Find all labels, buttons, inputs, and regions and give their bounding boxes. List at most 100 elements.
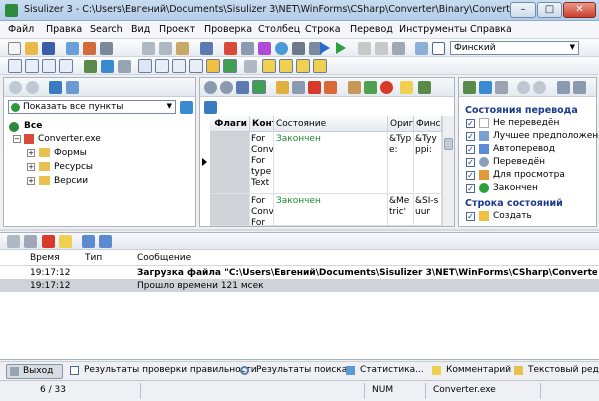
star2-icon[interactable] — [375, 42, 388, 55]
maximize-button[interactable]: □ — [537, 2, 562, 18]
state-checkbox[interactable]: ✓ — [466, 158, 475, 167]
funnel-icon[interactable] — [118, 60, 131, 73]
globe-icon[interactable] — [275, 42, 288, 55]
expand-icon[interactable]: + — [27, 149, 35, 157]
menu-check[interactable]: Проверка — [204, 24, 252, 35]
close-button[interactable]: ✕ — [563, 2, 596, 18]
menu-search[interactable]: Search — [90, 24, 123, 35]
state-checkbox[interactable]: ✓ — [466, 171, 475, 180]
clear-icon[interactable] — [42, 235, 55, 248]
tree-project[interactable]: Converter.exe — [38, 134, 101, 144]
pin-icon[interactable] — [204, 101, 217, 114]
save-icon[interactable] — [42, 42, 55, 55]
paste-icon[interactable] — [176, 42, 189, 55]
back-icon[interactable] — [517, 81, 530, 94]
tree-node-versions[interactable]: Версии — [54, 176, 88, 186]
run-icon[interactable] — [336, 42, 346, 54]
new-icon[interactable] — [8, 42, 21, 55]
tree-node-resources[interactable]: Ресурсы — [54, 162, 93, 172]
view3-icon[interactable] — [172, 59, 186, 73]
stop-icon[interactable] — [380, 81, 393, 94]
col-header-finnish[interactable]: Финс — [414, 116, 442, 132]
table-row-1-finnish[interactable]: &Tyyppi: — [414, 132, 442, 194]
translate-icon[interactable] — [292, 42, 305, 55]
filter-icon[interactable] — [84, 60, 97, 73]
table-row-1-original[interactable]: &Type: — [388, 132, 414, 194]
tab-text-editor[interactable]: Текстовый реда — [514, 364, 599, 379]
tab-output[interactable]: Выход — [6, 364, 63, 379]
table-row-1-context[interactable]: For Conv For type Text — [250, 132, 274, 194]
table-row-2-context[interactable]: For Conv For — [250, 194, 274, 226]
col-header-original[interactable]: Ориг — [388, 116, 414, 132]
view1-icon[interactable] — [138, 59, 152, 73]
gear2-icon[interactable] — [220, 81, 233, 94]
image-icon[interactable] — [415, 42, 428, 55]
settings-icon[interactable] — [292, 81, 305, 94]
col-header-context[interactable]: Конт — [250, 116, 274, 132]
build-icon[interactable] — [83, 42, 96, 55]
menu-translate[interactable]: Перевод — [350, 24, 393, 35]
menu-edit[interactable]: Правка — [46, 24, 82, 35]
log-header-message[interactable]: Сообщение — [137, 253, 191, 263]
expand-icon[interactable]: + — [27, 163, 35, 171]
copy-all-icon[interactable] — [24, 235, 37, 248]
log-header-time[interactable]: Время — [30, 253, 60, 263]
translate-icon[interactable] — [236, 81, 249, 94]
refresh-icon[interactable] — [101, 60, 114, 73]
col-header-flags[interactable]: Флаги — [210, 116, 250, 132]
validate-icon[interactable] — [224, 42, 237, 55]
menu-row[interactable]: Строка — [305, 24, 341, 35]
layout2-icon[interactable] — [25, 59, 39, 73]
menu-tools[interactable]: Инструменты — [399, 24, 467, 35]
filter-icon[interactable] — [463, 81, 476, 94]
delete-icon[interactable] — [308, 81, 321, 94]
table-row-1-status[interactable]: Закончен — [274, 132, 388, 194]
tree-node-forms[interactable]: Формы — [54, 148, 87, 158]
scrollbar-thumb[interactable] — [444, 138, 453, 150]
check-icon[interactable] — [432, 42, 445, 55]
menu-file[interactable]: Файл — [8, 24, 34, 35]
cut-icon[interactable] — [142, 42, 155, 55]
dots-icon[interactable] — [244, 60, 257, 73]
open-icon[interactable] — [25, 42, 38, 55]
settings-icon[interactable] — [557, 81, 570, 94]
table-row-2-finnish[interactable]: &SI-suur — [414, 194, 442, 226]
done-icon[interactable] — [223, 59, 237, 73]
refresh-icon[interactable] — [180, 101, 193, 114]
wrench-icon[interactable] — [573, 81, 586, 94]
filter-select[interactable]: Показать все пункты ▼ — [8, 100, 176, 114]
p4-icon[interactable] — [313, 59, 327, 73]
tab-search-results[interactable]: Результаты поиска — [240, 364, 347, 379]
forward-icon[interactable] — [533, 81, 546, 94]
log-header-type[interactable]: Тип — [85, 253, 102, 263]
menu-column[interactable]: Столбец — [258, 24, 300, 35]
tree-root[interactable]: Все — [24, 121, 42, 131]
copy-icon[interactable] — [159, 42, 172, 55]
tab-validation[interactable]: Результаты проверки правильности — [70, 364, 257, 379]
play-icon[interactable] — [320, 42, 330, 54]
filter-icon[interactable] — [418, 81, 431, 94]
tree-icon[interactable] — [66, 81, 79, 94]
col-header-status[interactable]: Состояние — [274, 116, 388, 132]
table-row-2-status[interactable]: Закончен — [274, 194, 388, 226]
horizontal-splitter[interactable] — [0, 229, 599, 231]
state-checkbox[interactable]: ✓ — [466, 132, 475, 141]
state-checkbox[interactable]: ✓ — [466, 119, 475, 128]
window-icon[interactable] — [82, 235, 95, 248]
warning-icon[interactable] — [324, 81, 337, 94]
language-select[interactable]: Финский ▼ — [450, 41, 579, 55]
back-icon[interactable] — [9, 81, 22, 94]
tools-icon[interactable] — [258, 42, 271, 55]
copy-icon[interactable] — [7, 235, 20, 248]
done-check-icon[interactable] — [252, 80, 266, 94]
note-icon[interactable] — [59, 235, 72, 248]
refresh-icon[interactable] — [479, 81, 492, 94]
window2-icon[interactable] — [99, 235, 112, 248]
row-state-checkbox[interactable]: ✓ — [466, 212, 475, 221]
tab-comment[interactable]: Комментарий — [432, 364, 512, 379]
tab-statistics[interactable]: Статистика... — [346, 364, 424, 379]
menu-project[interactable]: Проект — [159, 24, 195, 35]
edit-icon[interactable] — [348, 81, 361, 94]
menu-view[interactable]: Вид — [131, 24, 150, 35]
grid-scrollbar[interactable] — [442, 116, 454, 226]
